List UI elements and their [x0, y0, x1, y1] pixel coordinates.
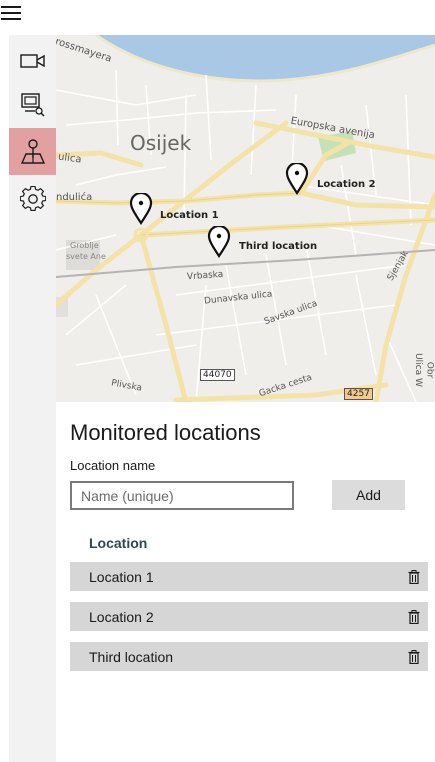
add-button[interactable]: Add [332, 480, 405, 510]
hamburger-line [1, 12, 21, 14]
hamburger-line [1, 18, 21, 20]
pin-label: Location 2 [317, 179, 376, 190]
road-shield: 4257 [344, 388, 373, 400]
nav-item-locations[interactable] [9, 128, 56, 175]
map-pin-icon [20, 138, 45, 164]
location-column-header: Location [89, 535, 148, 551]
location-pin-icon[interactable] [129, 193, 153, 225]
map-label-ulica-w: Ulica W [412, 353, 423, 387]
location-name: Location 1 [89, 568, 154, 585]
hamburger-menu-button[interactable] [0, 0, 40, 32]
trash-icon [408, 649, 420, 664]
video-camera-icon [19, 53, 45, 68]
road-shield: 44070 [200, 369, 235, 381]
location-name: Third location [89, 648, 174, 665]
trash-icon [408, 569, 420, 584]
map-label-obr: Obr [424, 361, 435, 379]
location-pin-icon[interactable] [285, 163, 309, 195]
delete-location-button[interactable] [400, 562, 428, 591]
map-base-layer [56, 35, 435, 402]
nav-item-monitor-search[interactable] [9, 83, 56, 126]
hamburger-line [1, 6, 21, 8]
location-name-input[interactable] [70, 481, 294, 510]
nav-item-settings[interactable] [9, 177, 56, 220]
map-label-osijek: Osijek [130, 131, 192, 155]
delete-location-button[interactable] [400, 642, 428, 671]
location-name-label: Location name [70, 458, 156, 473]
navigation-rail [9, 35, 56, 762]
nav-item-cameras[interactable] [9, 39, 56, 82]
location-list-item[interactable]: Location 1 [70, 562, 428, 591]
pin-label: Third location [239, 241, 318, 252]
map-label-ndulica: ndulića [56, 192, 93, 203]
location-list-item[interactable]: Third location [70, 642, 428, 671]
location-list-item[interactable]: Location 2 [70, 602, 428, 631]
trash-icon [408, 609, 420, 624]
location-pin-icon[interactable] [207, 226, 231, 258]
monitor-search-icon [20, 92, 45, 117]
map-view[interactable]: rossmayera Osijek Europska avenija ulica… [56, 35, 435, 402]
delete-location-button[interactable] [400, 602, 428, 631]
gear-icon [19, 185, 46, 211]
map-label-svete-ane: svete Ane [66, 252, 106, 261]
pin-label: Location 1 [160, 210, 219, 221]
page-title: Monitored locations [70, 420, 261, 445]
map-label-groblje: Groblje [70, 241, 99, 250]
location-name: Location 2 [89, 608, 154, 625]
